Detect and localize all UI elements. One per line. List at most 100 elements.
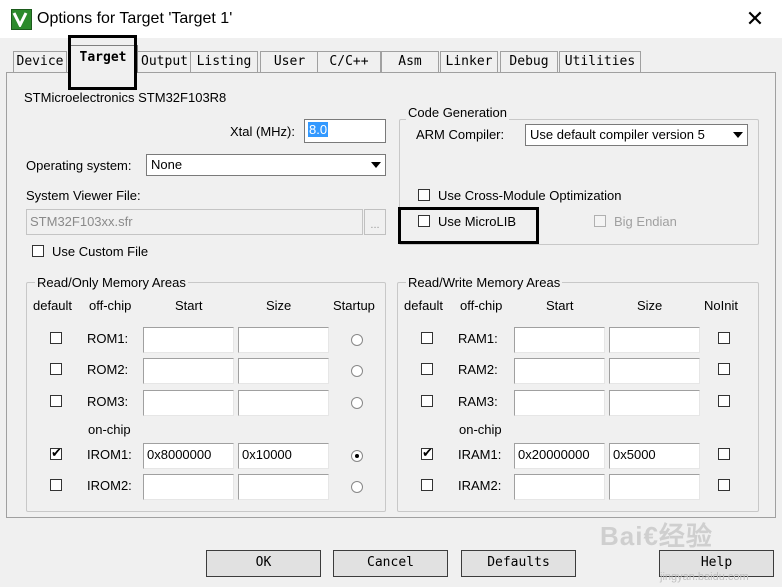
- default-checkbox[interactable]: [421, 363, 433, 375]
- size-input[interactable]: [609, 390, 700, 416]
- size-input[interactable]: [238, 327, 329, 353]
- startup-radio[interactable]: [351, 365, 363, 377]
- ro-memory-header-offchip: off-chip: [89, 298, 132, 313]
- ok-button[interactable]: OK: [206, 550, 321, 577]
- memory-row-label: ROM3:: [87, 394, 129, 409]
- default-checkbox[interactable]: [421, 395, 433, 407]
- start-input[interactable]: 0x8000000: [143, 443, 234, 469]
- checkmark-icon: ✔: [422, 445, 433, 460]
- startup-radio[interactable]: [351, 334, 363, 346]
- size-input[interactable]: [609, 474, 700, 500]
- os-label: Operating system:: [26, 158, 132, 173]
- tab-c-c[interactable]: C/C++: [317, 51, 381, 72]
- compiler-select[interactable]: Use default compiler version 5: [525, 124, 748, 146]
- ro-memory-title: Read/Only Memory Areas: [35, 275, 188, 290]
- rw-memory-header-size: Size: [637, 298, 663, 313]
- tab-device[interactable]: Device: [13, 51, 67, 72]
- memory-row-label: IRAM1:: [458, 447, 502, 462]
- tab-user[interactable]: User: [260, 51, 319, 72]
- startup-radio[interactable]: [351, 397, 363, 409]
- tab-debug[interactable]: Debug: [500, 51, 558, 72]
- start-input[interactable]: [143, 474, 234, 500]
- size-input[interactable]: [238, 474, 329, 500]
- tab-listing[interactable]: Listing: [190, 51, 258, 72]
- tab-linker[interactable]: Linker: [440, 51, 498, 72]
- xtal-input[interactable]: 8.0: [304, 119, 386, 143]
- ro-memory-header-start: Start: [175, 298, 203, 313]
- defaults-button[interactable]: Defaults: [461, 550, 576, 577]
- start-input[interactable]: [143, 390, 234, 416]
- ro-memory-onchip-label: on-chip: [88, 422, 131, 437]
- big-endian-label: Big Endian: [614, 214, 677, 229]
- code-generation-title: Code Generation: [406, 105, 510, 120]
- memory-row-label: RAM1:: [458, 331, 498, 346]
- rw-memory-header-default: default: [404, 298, 444, 313]
- tab-output[interactable]: Output: [137, 51, 192, 72]
- start-input[interactable]: [143, 358, 234, 384]
- microlib-highlight-box: [398, 207, 539, 244]
- checkmark-icon: ✔: [51, 445, 62, 460]
- memory-row-label: IROM2:: [87, 478, 132, 493]
- cancel-button[interactable]: Cancel: [333, 550, 448, 577]
- xtal-label: Xtal (MHz):: [230, 124, 295, 139]
- rw-memory-header-start: Start: [546, 298, 574, 313]
- close-icon[interactable]: ✕: [742, 7, 768, 31]
- startup-radio[interactable]: [351, 481, 363, 493]
- memory-row-label: RAM3:: [458, 394, 498, 409]
- rw-memory-title: Read/Write Memory Areas: [406, 275, 563, 290]
- default-checkbox[interactable]: [421, 479, 433, 491]
- size-input[interactable]: 0x5000: [609, 443, 700, 469]
- tab-asm[interactable]: Asm: [381, 51, 439, 72]
- size-input[interactable]: 0x10000: [238, 443, 329, 469]
- os-select[interactable]: None: [146, 154, 386, 176]
- size-input[interactable]: [609, 327, 700, 353]
- size-input[interactable]: [238, 358, 329, 384]
- chevron-down-icon[interactable]: [728, 125, 747, 145]
- ro-memory-header-size: Size: [266, 298, 292, 313]
- memory-row-label: IRAM2:: [458, 478, 502, 493]
- default-checkbox[interactable]: [50, 395, 62, 407]
- start-input[interactable]: [514, 358, 605, 384]
- target-tab-highlight-box: [68, 35, 137, 90]
- noinit-checkbox[interactable]: [718, 448, 730, 460]
- memory-row-label: IROM1:: [87, 447, 132, 462]
- memory-row-label: ROM2:: [87, 362, 129, 377]
- custom-file-checkbox[interactable]: [32, 245, 44, 257]
- start-input[interactable]: [514, 327, 605, 353]
- rw-memory-header-extra: NoInit: [704, 298, 738, 313]
- start-input[interactable]: 0x20000000: [514, 443, 605, 469]
- default-checkbox[interactable]: [50, 332, 62, 344]
- noinit-checkbox[interactable]: [718, 332, 730, 344]
- start-input[interactable]: [143, 327, 234, 353]
- memory-row-label: RAM2:: [458, 362, 498, 377]
- watermark-url: jingyan.baidu.com: [660, 571, 749, 583]
- default-checkbox[interactable]: ✔: [50, 445, 62, 460]
- noinit-checkbox[interactable]: [718, 363, 730, 375]
- default-checkbox[interactable]: [50, 363, 62, 375]
- svf-field: STM32F103xx.sfr: [26, 209, 363, 235]
- big-endian-checkbox: [594, 215, 606, 227]
- size-input[interactable]: [609, 358, 700, 384]
- cross-module-label: Use Cross-Module Optimization: [438, 188, 622, 203]
- ro-memory-header-extra: Startup: [333, 298, 375, 313]
- memory-row-label: ROM1:: [87, 331, 129, 346]
- start-input[interactable]: [514, 390, 605, 416]
- startup-radio[interactable]: [351, 450, 363, 462]
- rw-memory-onchip-label: on-chip: [459, 422, 502, 437]
- default-checkbox[interactable]: [421, 332, 433, 344]
- noinit-checkbox[interactable]: [718, 479, 730, 491]
- ro-memory-header-default: default: [33, 298, 73, 313]
- tab-utilities[interactable]: Utilities: [559, 51, 641, 72]
- chevron-down-icon[interactable]: [366, 155, 385, 175]
- compiler-label: ARM Compiler:: [416, 127, 505, 142]
- cross-module-checkbox[interactable]: [418, 189, 430, 201]
- size-input[interactable]: [238, 390, 329, 416]
- keil-uvision-icon: [11, 9, 32, 30]
- start-input[interactable]: [514, 474, 605, 500]
- default-checkbox[interactable]: [50, 479, 62, 491]
- default-checkbox[interactable]: ✔: [421, 445, 433, 460]
- compiler-value: Use default compiler version 5: [530, 127, 705, 142]
- radio-dot-icon: [355, 454, 359, 458]
- noinit-checkbox[interactable]: [718, 395, 730, 407]
- device-name: STMicroelectronics STM32F103R8: [24, 90, 227, 105]
